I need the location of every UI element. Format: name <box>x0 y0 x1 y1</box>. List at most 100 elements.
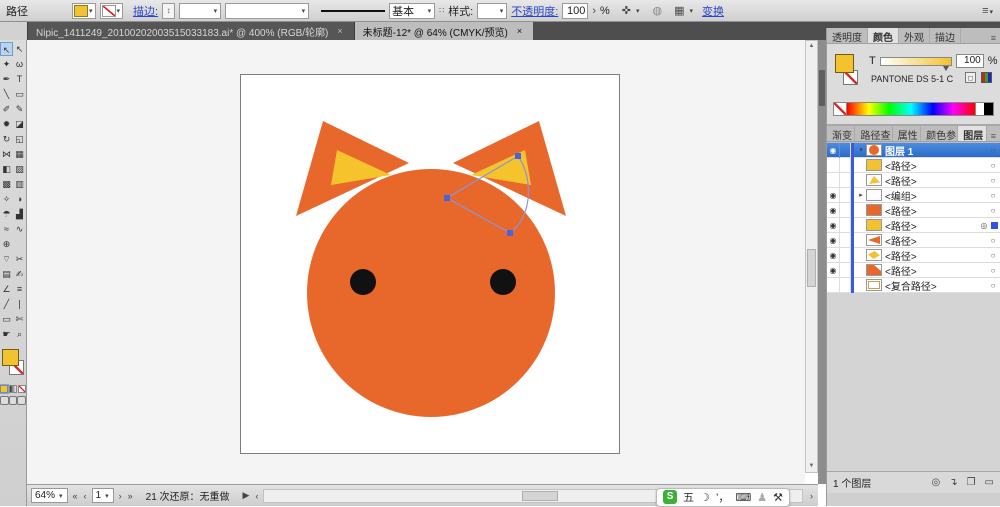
target-selected-icon[interactable]: ◎ <box>977 221 991 230</box>
visibility-toggle[interactable]: ◉ <box>827 263 840 278</box>
stroke-weight-stepper[interactable]: ↕ <box>162 3 175 19</box>
opacity-link[interactable]: 不透明度: <box>511 3 558 19</box>
hand-tool[interactable]: ☛ <box>0 327 13 341</box>
eyedropper-tool[interactable]: ✧ <box>0 192 13 206</box>
visibility-toggle[interactable] <box>827 158 840 173</box>
vertical-scrollbar[interactable]: ▲ ▼ <box>805 40 818 473</box>
tint-slider-handle[interactable] <box>943 66 949 71</box>
lock-toggle[interactable] <box>840 203 851 218</box>
panel-menu-icon[interactable]: ≡ <box>987 131 1000 141</box>
visibility-toggle[interactable] <box>827 278 840 293</box>
new-layer-icon[interactable]: ❐ <box>967 477 976 488</box>
target-icon[interactable]: ○ <box>986 161 1000 170</box>
opacity-input[interactable]: 100 <box>562 3 588 19</box>
visibility-toggle[interactable]: ◉ <box>827 203 840 218</box>
color-button[interactable] <box>0 385 8 393</box>
status-expand-icon[interactable]: ▶ <box>242 490 251 501</box>
halfwidth-moon-icon[interactable]: ☽ <box>700 491 710 504</box>
fill-swatch[interactable] <box>835 54 854 73</box>
blob-brush-tool[interactable]: ✹ <box>0 117 13 131</box>
layer-row-path[interactable]: <路径> ○ <box>827 173 1000 188</box>
lock-toggle[interactable] <box>840 278 851 293</box>
width-profile-select[interactable]: ▾ <box>225 3 309 19</box>
draw-behind-button[interactable] <box>9 396 18 405</box>
tint-value-input[interactable]: 100 <box>956 54 984 68</box>
artboard-edit-tool[interactable]: ▭ <box>0 312 13 326</box>
blend-tool[interactable]: ◑ <box>13 192 26 206</box>
slice-select-tool[interactable]: ✄ <box>13 312 26 326</box>
expand-icon[interactable]: ▾ <box>856 146 866 154</box>
layer-name[interactable]: <路径> <box>885 263 986 278</box>
tab-color-guide[interactable]: 颜色参 <box>921 126 958 141</box>
scroll-up-icon[interactable]: ▲ <box>806 41 817 52</box>
artboard-tool[interactable]: ⊕ <box>0 237 13 251</box>
vertical-scrollbar-thumb[interactable] <box>807 249 816 287</box>
gradient-tool[interactable]: ▥ <box>13 177 26 191</box>
target-icon[interactable]: ○ <box>986 176 1000 185</box>
lock-toggle[interactable] <box>840 173 851 188</box>
tab-stroke[interactable]: 描边 <box>930 28 961 43</box>
chevron-down-icon[interactable]: ▾ <box>635 7 641 15</box>
line-segment-tool[interactable]: ╲ <box>0 87 13 101</box>
layer-name[interactable]: <路径> <box>885 158 986 173</box>
horizontal-scrollbar-thumb[interactable] <box>522 491 558 501</box>
visibility-toggle[interactable]: ◉ <box>827 188 840 203</box>
wrench-icon[interactable]: ⚒ <box>773 491 783 504</box>
artboard-nav-select[interactable]: 1 ▾ <box>92 488 114 503</box>
white-swatch[interactable] <box>975 103 984 115</box>
close-icon[interactable]: × <box>514 25 525 37</box>
tab-color[interactable]: 颜色 <box>868 28 899 43</box>
document-setup-icon[interactable]: ◍ <box>653 4 663 17</box>
layer-row-path[interactable]: ◉ <路径> ○ <box>827 203 1000 218</box>
dock-scrollbar-thumb[interactable] <box>819 70 825 106</box>
layer-row-path[interactable]: ◉ <路径> ○ <box>827 248 1000 263</box>
lock-toggle[interactable] <box>840 218 851 233</box>
layer-row-layer1[interactable]: ◉ ▾ 图层 1 ○ <box>827 143 1000 158</box>
document-tab-1[interactable]: Nipic_1411249_20100202003515033183.ai* @… <box>28 22 355 40</box>
draw-normal-button[interactable] <box>0 396 9 405</box>
stroke-weight-select[interactable]: ▾ <box>179 3 221 19</box>
horizontal-scrollbar[interactable]: S 五 ☽ ’， ⌨ ♟ ⚒ <box>263 489 803 503</box>
warp-tool[interactable]: ≈ <box>0 222 13 236</box>
width-tool[interactable]: ⋈ <box>0 147 13 161</box>
target-icon[interactable]: ○ <box>986 191 1000 200</box>
scroll-left-icon[interactable]: ‹ <box>254 491 259 501</box>
layer-name[interactable]: 图层 1 <box>885 143 986 158</box>
eraser-tool[interactable]: ◪ <box>13 117 26 131</box>
pen-tool[interactable]: ✒ <box>0 72 13 86</box>
document-tab-2[interactable]: 未标题-12* @ 64% (CMYK/预览) × <box>355 22 533 40</box>
slice-tool[interactable]: ⌔ <box>0 252 13 266</box>
style-select[interactable]: ▾ <box>477 3 507 19</box>
cat-artwork[interactable] <box>241 75 619 453</box>
last-artboard-icon[interactable]: » <box>127 491 134 501</box>
ime-mode-label[interactable]: 五 <box>683 489 694 505</box>
stroke-color-button[interactable]: ▾ <box>100 3 124 19</box>
selection-tool[interactable]: ↖ <box>0 42 13 56</box>
artboard[interactable] <box>240 74 620 454</box>
lock-toggle[interactable] <box>840 248 851 263</box>
lasso-tool[interactable]: ω <box>13 57 26 71</box>
lock-toggle[interactable] <box>840 158 851 173</box>
recolor-artwork-icon[interactable]: ∷ <box>439 6 444 15</box>
new-sublayer-icon[interactable]: ↴ <box>949 477 957 488</box>
column-graph-tool[interactable]: ▟ <box>13 207 26 221</box>
close-icon[interactable]: × <box>334 25 345 37</box>
none-button[interactable] <box>18 385 26 393</box>
lock-toggle[interactable] <box>840 188 851 203</box>
fill-color-button[interactable]: ▾ <box>72 3 96 19</box>
ime-toolbar[interactable]: S 五 ☽ ’， ⌨ ♟ ⚒ <box>656 488 790 507</box>
scale-tool[interactable]: ◱ <box>13 132 26 146</box>
layer-name[interactable]: <路径> <box>885 218 977 233</box>
pencil-tool[interactable]: ✎ <box>13 102 26 116</box>
draw-inside-button[interactable] <box>17 396 26 405</box>
visibility-toggle[interactable]: ◉ <box>827 218 840 233</box>
panel-dock-menu-icon[interactable]: ≡▾ <box>982 5 994 17</box>
tab-gradient[interactable]: 渐变 <box>827 126 855 141</box>
visibility-toggle[interactable]: ◉ <box>827 233 840 248</box>
align-options-icon[interactable]: ▦ <box>674 4 684 17</box>
transform-link[interactable]: 变换 <box>702 3 724 19</box>
make-clipping-mask-icon[interactable]: ◎ <box>931 477 940 488</box>
layer-name[interactable]: <路径> <box>885 233 986 248</box>
black-swatch[interactable] <box>984 103 993 115</box>
mesh-tool[interactable]: ▩ <box>0 177 13 191</box>
